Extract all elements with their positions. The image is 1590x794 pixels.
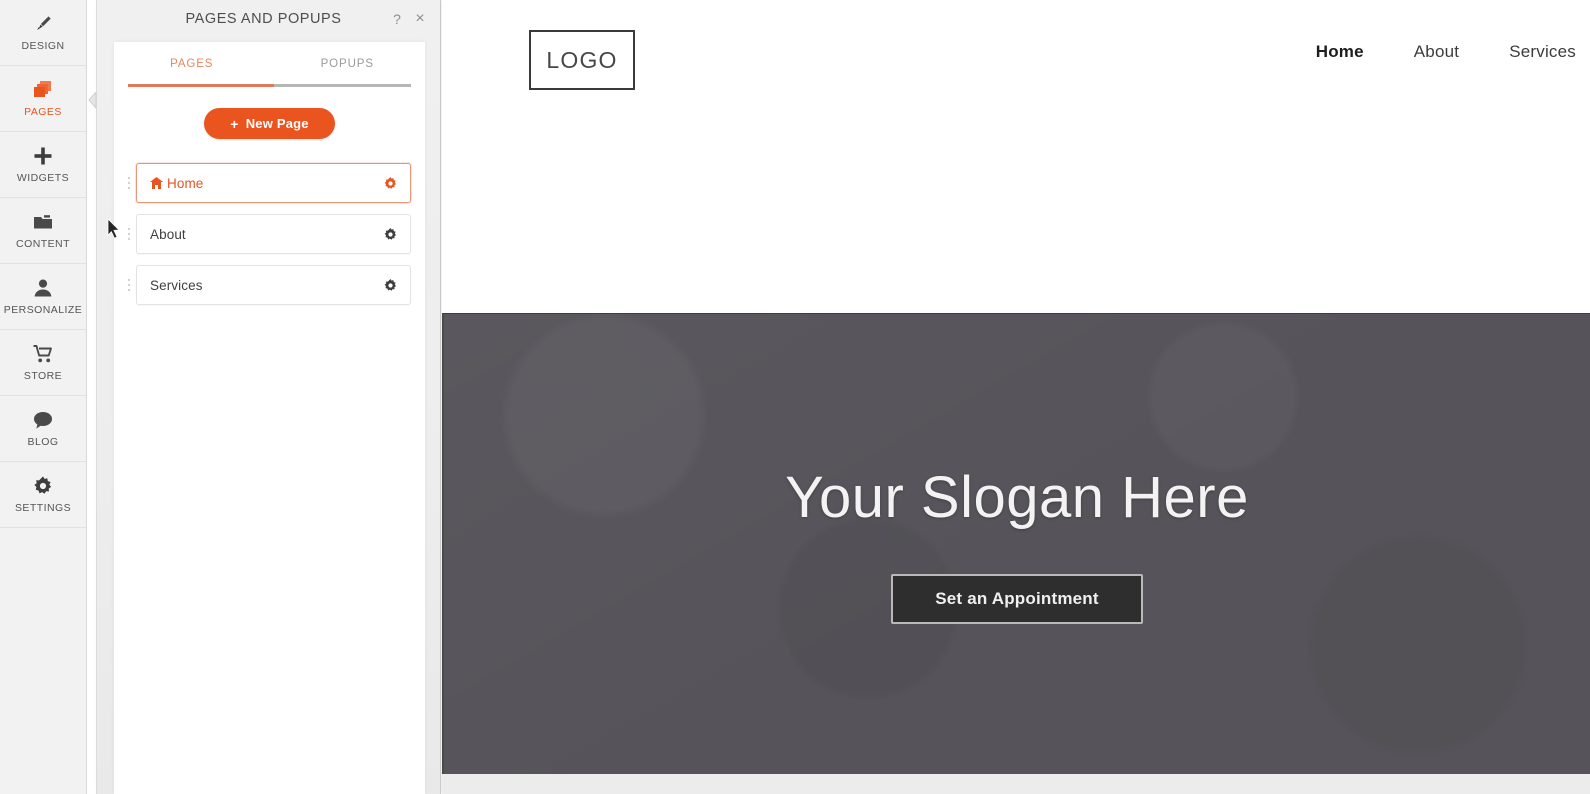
panel-header: PAGES AND POPUPS ? × [97, 0, 440, 38]
logo-text: LOGO [546, 46, 618, 73]
tab-popups[interactable]: POPUPS [270, 51, 426, 84]
left-rail: DESIGN PAGES WIDGETS CONTENT PERSONALIZE… [0, 0, 87, 794]
rail-item-blog[interactable]: BLOG [0, 396, 86, 462]
plus-icon: + [230, 115, 239, 132]
rail-item-pages[interactable]: PAGES [0, 66, 86, 132]
drag-handle[interactable] [122, 171, 136, 195]
new-page-wrap: + New Page [114, 108, 425, 139]
hero-slogan[interactable]: Your Slogan Here [785, 464, 1249, 531]
panel-tabs: PAGES POPUPS [114, 51, 425, 84]
rail-label: BLOG [27, 436, 59, 448]
canvas-footer [442, 774, 1590, 794]
page-item-label: Home [167, 175, 204, 191]
page-item-services[interactable]: Services [136, 265, 411, 305]
new-page-button[interactable]: + New Page [204, 108, 335, 139]
site-nav: Home About Services [1316, 42, 1590, 62]
chat-bubble-icon [32, 409, 54, 431]
tab-pages[interactable]: PAGES [114, 51, 270, 84]
rail-label: WIDGETS [16, 172, 70, 184]
gear-icon[interactable] [382, 277, 398, 293]
gear-icon[interactable] [382, 226, 398, 242]
rail-label: PERSONALIZE [3, 304, 83, 316]
page-list: Home About Services [114, 161, 425, 307]
home-icon [150, 177, 167, 189]
hero-section[interactable]: Your Slogan Here Set an Appointment [442, 313, 1590, 774]
site-header: LOGO Home About Services [442, 0, 1590, 313]
rail-label: SETTINGS [14, 502, 72, 514]
gear-icon [32, 475, 54, 497]
cart-icon [32, 343, 54, 365]
help-icon[interactable]: ? [387, 9, 407, 29]
rail-filler [0, 528, 86, 794]
tab-underline [128, 84, 411, 87]
rail-label: CONTENT [16, 238, 70, 250]
page-item-label: Services [150, 277, 203, 293]
folder-icon [32, 211, 54, 233]
page-item-about[interactable]: About [136, 214, 411, 254]
rail-item-personalize[interactable]: PERSONALIZE [0, 264, 86, 330]
rail-label: DESIGN [21, 40, 65, 52]
person-icon [32, 277, 54, 299]
rail-item-widgets[interactable]: WIDGETS [0, 132, 86, 198]
rail-item-store[interactable]: STORE [0, 330, 86, 396]
list-item: About [114, 212, 425, 256]
plus-icon [32, 145, 54, 167]
rail-item-settings[interactable]: SETTINGS [0, 462, 86, 528]
page-item-home[interactable]: Home [136, 163, 411, 203]
nav-link-about[interactable]: About [1414, 42, 1459, 62]
new-page-label: New Page [245, 116, 309, 131]
brush-icon [32, 13, 54, 35]
panel-card: PAGES POPUPS + New Page Home About Servi… [114, 42, 425, 794]
rail-label: STORE [23, 370, 63, 382]
list-item: Services [114, 263, 425, 307]
nav-link-home[interactable]: Home [1316, 42, 1364, 62]
panel-collapse-icon[interactable] [88, 90, 97, 114]
tab-underline-rest [273, 84, 411, 87]
hero-content: Your Slogan Here Set an Appointment [785, 464, 1249, 624]
nav-link-services[interactable]: Services [1509, 42, 1576, 62]
rail-label: PAGES [24, 106, 62, 118]
drag-handle[interactable] [122, 273, 136, 297]
app-root: DESIGN PAGES WIDGETS CONTENT PERSONALIZE… [0, 0, 1590, 794]
pages-stack-icon [32, 79, 54, 101]
site-preview-canvas: LOGO Home About Services Your Slogan Her… [442, 0, 1590, 794]
set-appointment-button[interactable]: Set an Appointment [891, 574, 1143, 624]
page-item-label: About [150, 226, 186, 242]
panel-title: PAGES AND POPUPS [185, 11, 342, 27]
rail-item-content[interactable]: CONTENT [0, 198, 86, 264]
list-item: Home [114, 161, 425, 205]
close-icon[interactable]: × [410, 9, 430, 29]
rail-item-design[interactable]: DESIGN [0, 0, 86, 66]
logo-placeholder[interactable]: LOGO [529, 30, 635, 90]
gear-icon[interactable] [382, 175, 398, 191]
pages-panel: PAGES AND POPUPS ? × PAGES POPUPS + New … [96, 0, 441, 794]
drag-handle[interactable] [122, 222, 136, 246]
tab-underline-active [128, 84, 274, 87]
